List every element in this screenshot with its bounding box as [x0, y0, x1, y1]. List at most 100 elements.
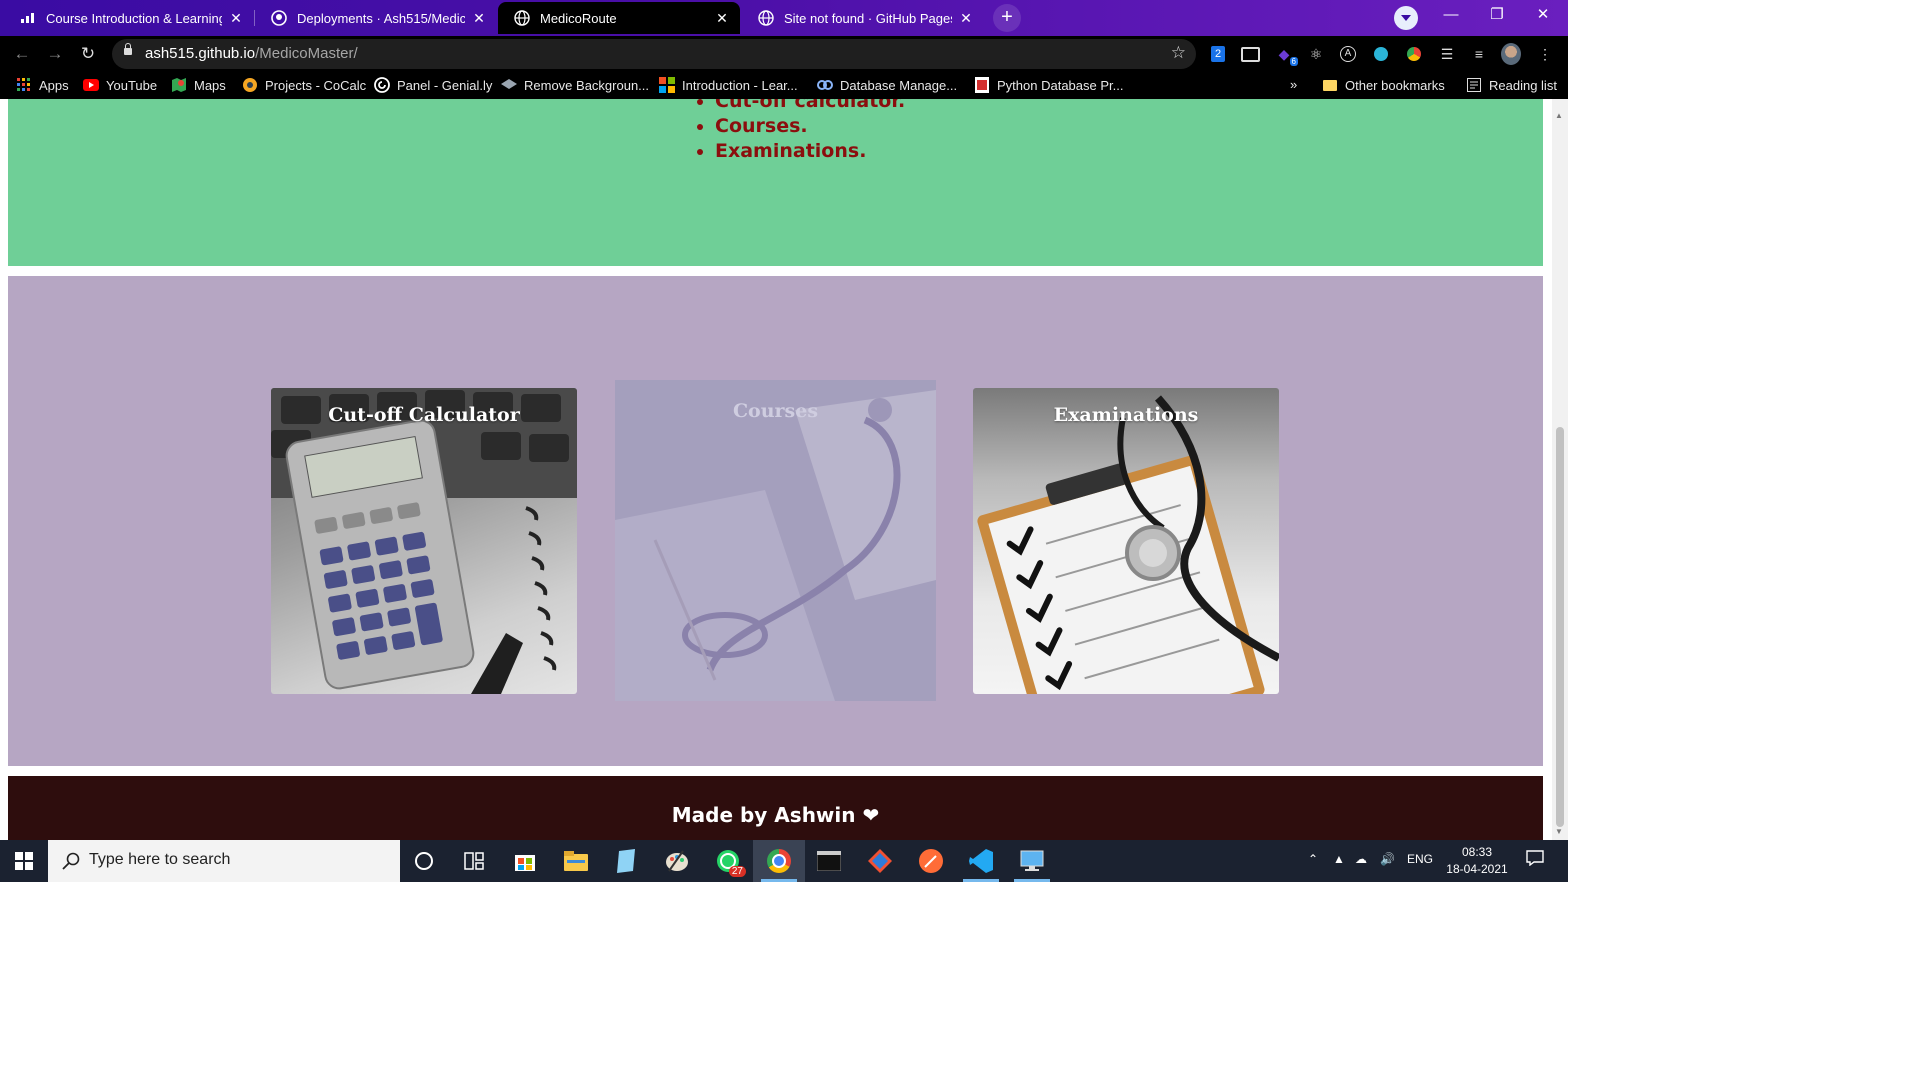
tab-site-not-found[interactable]: Site not found · GitHub Pages ✕ — [742, 2, 984, 34]
chrome-extension-icon[interactable] — [1404, 44, 1424, 64]
extension-badge-icon[interactable]: 2 — [1208, 44, 1228, 64]
notepad-icon[interactable] — [612, 847, 640, 875]
close-tab-icon[interactable]: ✕ — [714, 10, 730, 27]
scroll-down-icon[interactable]: ▼ — [1555, 827, 1563, 836]
color-picker-extension-icon[interactable] — [1371, 44, 1391, 64]
graduation-cap-extension-icon[interactable]: ◆ 6 — [1274, 44, 1298, 66]
onedrive-icon[interactable]: ☁ — [1355, 852, 1367, 866]
card-examinations[interactable]: Examinations — [973, 388, 1279, 694]
more-menu-icon[interactable]: ⋮ — [1535, 44, 1555, 64]
apps-grid-icon — [16, 77, 32, 93]
extensions-puzzle-icon[interactable]: ☰ — [1437, 44, 1457, 64]
show-hidden-icons[interactable]: ⌃ — [1308, 852, 1318, 866]
feature-item: Cut-off calculator. — [715, 99, 905, 114]
terminal-icon[interactable] — [815, 847, 843, 875]
page-footer: Made by Ashwin ❤ — [8, 776, 1543, 840]
maps-icon — [171, 77, 187, 93]
tab-course-introduction[interactable]: Course Introduction & Learning P ✕ — [4, 2, 254, 34]
react-devtools-icon[interactable]: ⚛ — [1306, 44, 1326, 64]
git-icon[interactable] — [866, 847, 894, 875]
search-placeholder: Type here to search — [89, 851, 231, 868]
taskbar-search-input[interactable]: Type here to search — [48, 840, 400, 882]
youtube-icon — [83, 77, 99, 93]
folder-icon — [1322, 77, 1338, 93]
start-button[interactable] — [0, 840, 48, 882]
card-courses[interactable]: Courses — [615, 380, 936, 701]
cards-section: Cut-off Calculator Courses Examinations — [8, 276, 1543, 766]
globe-icon — [758, 10, 774, 26]
url-text[interactable]: ash515.github.io/MedicoMaster/ — [145, 45, 358, 62]
bookmark-cocalc[interactable]: Projects - CoCalc — [242, 77, 366, 93]
bookmark-label: Remove Backgroun... — [524, 77, 650, 93]
removebg-icon — [501, 77, 517, 93]
restore-button[interactable]: ❐ — [1474, 0, 1520, 32]
task-view-icon[interactable] — [460, 847, 488, 875]
bookmark-label: Database Manage... — [840, 77, 958, 93]
avatar[interactable] — [1501, 43, 1521, 65]
globe-icon — [514, 10, 530, 26]
clock-date: 18-04-2021 — [1446, 862, 1508, 876]
close-tab-icon[interactable]: ✕ — [958, 10, 974, 27]
extension-badge-count: 2 — [1211, 46, 1225, 62]
back-icon[interactable]: ← — [10, 42, 34, 66]
scroll-up-icon[interactable]: ▲ — [1555, 111, 1563, 120]
vscode-icon[interactable] — [967, 847, 995, 875]
windows-taskbar: Type here to search 27 ⌃ ▲ ☁ 🔊 ENG 08:33… — [0, 840, 1568, 882]
scroll-thumb[interactable] — [1556, 427, 1564, 827]
reading-list-icon — [1466, 77, 1482, 93]
search-icon — [62, 852, 80, 870]
vscode-active-indicator — [963, 879, 999, 882]
file-explorer-icon[interactable] — [562, 847, 590, 875]
notifications-icon[interactable] — [1526, 850, 1544, 869]
bookmark-apps[interactable]: Apps — [16, 77, 69, 93]
bookmark-maps[interactable]: Maps — [171, 77, 226, 93]
bookmark-python-database[interactable]: Python Database Pr... — [974, 77, 1123, 93]
remote-desktop-active-indicator — [1014, 879, 1050, 882]
wallet-extension-icon[interactable] — [1240, 44, 1260, 64]
network-icon[interactable]: ▲ — [1333, 852, 1345, 866]
tab-title: Site not found · GitHub Pages — [784, 10, 952, 26]
bookmark-youtube[interactable]: YouTube — [83, 77, 157, 93]
tab-deployments[interactable]: Deployments · Ash515/MedicoM ✕ — [255, 2, 497, 34]
address-bar[interactable]: ash515.github.io/MedicoMaster/ ☆ — [112, 39, 1196, 69]
chrome-active-indicator — [761, 879, 797, 882]
bookmark-database-manage[interactable]: Database Manage... — [817, 77, 957, 93]
media-control-icon[interactable]: ≡ — [1469, 44, 1489, 64]
store-icon[interactable] — [511, 847, 539, 875]
postman-icon[interactable] — [917, 847, 945, 875]
minimize-button[interactable]: — — [1428, 0, 1474, 32]
reload-icon[interactable]: ↻ — [76, 42, 100, 66]
close-tab-icon[interactable]: ✕ — [471, 10, 487, 27]
bookmarks-overflow-button[interactable]: » — [1290, 77, 1297, 92]
bookmark-star-icon[interactable]: ☆ — [1171, 43, 1186, 63]
whatsapp-icon[interactable]: 27 — [714, 847, 746, 877]
bookmarks-bar: Apps YouTube Maps Projects - CoCalc Pane… — [0, 72, 1568, 99]
bookmark-introduction-learn[interactable]: Introduction - Lear... — [659, 77, 798, 93]
forward-icon[interactable]: → — [43, 42, 67, 66]
chrome-icon[interactable] — [765, 847, 793, 875]
new-tab-button[interactable]: + — [993, 4, 1021, 32]
tab-medicoroute[interactable]: MedicoRoute ✕ — [498, 2, 740, 34]
close-window-button[interactable]: ✕ — [1520, 0, 1566, 32]
python-db-icon — [974, 77, 990, 93]
coursera-link-icon — [817, 77, 833, 93]
clipboard-stethoscope-image — [977, 395, 1279, 694]
close-tab-icon[interactable]: ✕ — [228, 10, 244, 27]
bookmark-other-bookmarks[interactable]: Other bookmarks — [1322, 77, 1445, 93]
card-cutoff-calculator[interactable]: Cut-off Calculator — [271, 388, 577, 694]
remote-desktop-icon[interactable] — [1018, 847, 1046, 875]
grammar-extension-icon[interactable]: A — [1338, 44, 1358, 64]
tab-search-icon[interactable] — [1394, 6, 1418, 30]
paint-icon[interactable] — [663, 847, 691, 875]
bookmark-removebg[interactable]: Remove Backgroun... — [501, 77, 649, 93]
bookmark-label: Other bookmarks — [1345, 77, 1445, 93]
cortana-icon[interactable] — [410, 847, 438, 875]
page-scrollbar[interactable]: ▲ ▼ — [1552, 99, 1568, 840]
volume-icon[interactable]: 🔊 — [1380, 852, 1395, 866]
system-clock[interactable]: 08:33 18-04-2021 — [1442, 844, 1512, 878]
reading-list-button[interactable]: Reading list — [1466, 77, 1557, 93]
features-list: Cut-off calculator. Courses. Examination… — [695, 99, 905, 164]
page-viewport: Cut-off calculator. Courses. Examination… — [0, 99, 1552, 840]
bookmark-genially[interactable]: Panel - Genial.ly — [374, 77, 492, 93]
language-indicator[interactable]: ENG — [1407, 852, 1433, 866]
